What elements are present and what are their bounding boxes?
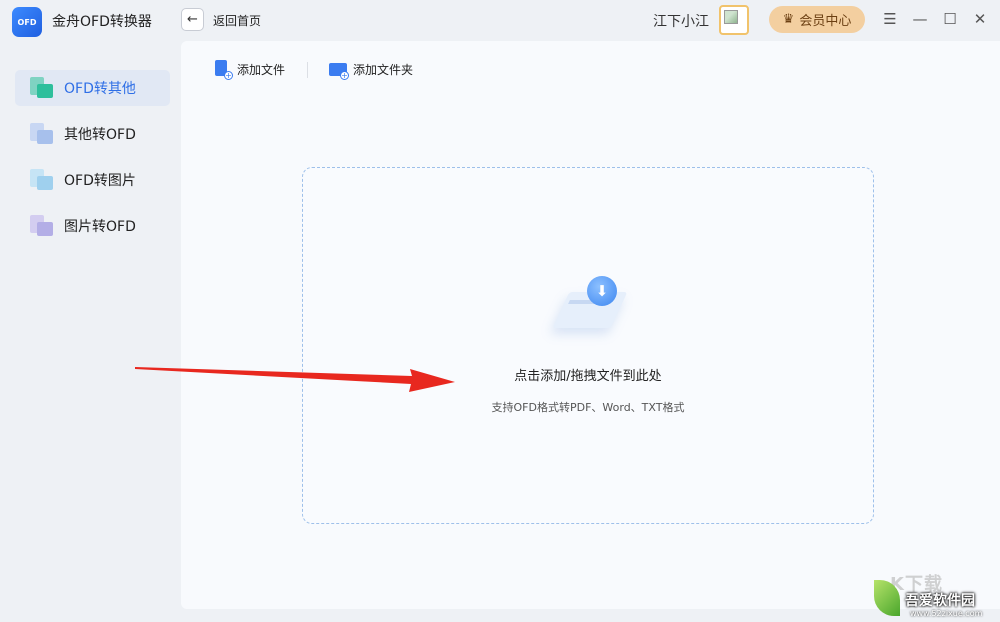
vip-center-button[interactable]: ♛ 会员中心: [769, 6, 865, 33]
app-title: 金舟OFD转换器: [52, 14, 152, 30]
add-file-label: 添加文件: [237, 62, 286, 77]
back-home-link[interactable]: 返回首页: [213, 12, 261, 29]
watermark-url: www.52zixue.com: [910, 609, 983, 618]
sidebar-item-other-to-ofd[interactable]: 其他转OFD: [15, 116, 170, 152]
add-folder-label: 添加文件夹: [353, 62, 414, 77]
add-folder-icon: +: [329, 60, 349, 80]
upload-document-icon: ⬇: [552, 274, 631, 338]
app-logo-icon: OFD: [12, 7, 42, 37]
sidebar-item-ofd-to-other[interactable]: OFD转其他: [15, 70, 170, 106]
main-panel: + 添加文件 + 添加文件夹 ⬇ 点击添加/拖拽文件到此处 支持OFD格式转PD…: [181, 41, 1000, 609]
back-button[interactable]: ←: [181, 8, 204, 31]
add-file-icon: +: [213, 60, 233, 80]
ofd-to-image-icon: [29, 168, 53, 192]
sidebar-item-image-to-ofd[interactable]: 图片转OFD: [15, 208, 170, 244]
minimize-button[interactable]: —: [911, 10, 929, 28]
add-file-button[interactable]: + 添加文件: [213, 60, 286, 80]
avatar[interactable]: [719, 5, 749, 35]
username[interactable]: 江下小江: [653, 11, 709, 31]
watermark-name: 吾爱软件园: [905, 593, 975, 609]
site-watermark: K下载 吾爱软件园 www.52zixue.com: [872, 570, 1000, 622]
close-button[interactable]: ✕: [971, 10, 989, 28]
drop-zone-subtitle: 支持OFD格式转PDF、Word、TXT格式: [491, 401, 685, 414]
title-bar: OFD 金舟OFD转换器 ← 返回首页 江下小江 ♛ 会员中心 ☰ — ☐ ✕: [0, 0, 1000, 40]
sidebar-item-label: OFD转其他: [64, 81, 136, 97]
sidebar-item-label: OFD转图片: [64, 173, 136, 189]
file-drop-zone[interactable]: ⬇ 点击添加/拖拽文件到此处 支持OFD格式转PDF、Word、TXT格式: [302, 167, 874, 524]
vip-center-label: 会员中心: [799, 14, 852, 29]
sidebar-item-label: 图片转OFD: [64, 219, 136, 235]
sidebar: OFD转其他 其他转OFD OFD转图片 图片转OFD: [0, 40, 180, 622]
other-to-ofd-icon: [29, 122, 53, 146]
add-folder-button[interactable]: + 添加文件夹: [329, 60, 414, 80]
arrow-left-icon: ←: [187, 12, 198, 27]
ofd-to-other-icon: [29, 76, 53, 100]
drop-zone-title: 点击添加/拖拽文件到此处: [514, 369, 662, 384]
sidebar-item-label: 其他转OFD: [64, 127, 136, 143]
menu-icon[interactable]: ☰: [881, 10, 899, 28]
maximize-button[interactable]: ☐: [941, 10, 959, 28]
crown-icon: ♛: [782, 12, 795, 27]
toolbar-divider: [307, 62, 308, 78]
sidebar-item-ofd-to-image[interactable]: OFD转图片: [15, 162, 170, 198]
image-to-ofd-icon: [29, 214, 53, 238]
